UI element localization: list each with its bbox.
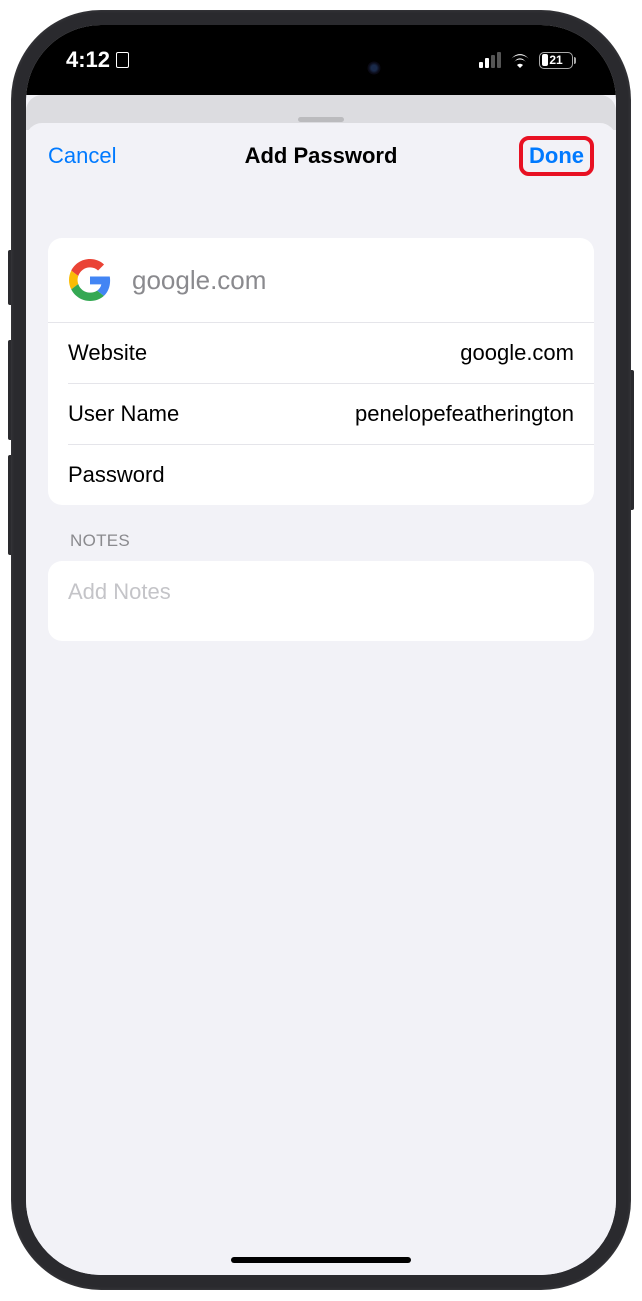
page-title: Add Password [245, 143, 398, 169]
website-value: google.com [460, 340, 574, 366]
google-icon [68, 258, 112, 302]
modal-sheet: Cancel Add Password Done [26, 123, 616, 1275]
nav-bar: Cancel Add Password Done [26, 123, 616, 188]
wifi-icon [509, 52, 531, 68]
battery-icon: 21 [539, 52, 576, 69]
cancel-button[interactable]: Cancel [48, 143, 116, 169]
website-row[interactable]: Website google.com [48, 323, 594, 383]
website-label: Website [68, 340, 147, 366]
dynamic-island [244, 47, 399, 89]
username-value: penelopefeatherington [355, 401, 574, 427]
site-header-row: google.com [48, 238, 594, 322]
done-button-highlight: Done [519, 136, 594, 176]
password-label: Password [68, 462, 165, 488]
username-row[interactable]: User Name penelopefeatherington [48, 384, 594, 444]
status-time: 4:12 [66, 47, 110, 73]
notes-section-header: NOTES [48, 505, 594, 561]
battery-percent: 21 [549, 53, 562, 67]
done-button[interactable]: Done [529, 143, 584, 168]
notes-field[interactable]: Add Notes [48, 561, 594, 641]
sim-icon [116, 52, 129, 68]
site-domain: google.com [132, 265, 266, 296]
username-label: User Name [68, 401, 179, 427]
signal-icon [479, 53, 501, 68]
screen: 4:12 21 [26, 25, 616, 1275]
notes-placeholder: Add Notes [68, 579, 171, 604]
password-card: google.com Website google.com User Name … [48, 238, 594, 505]
password-row[interactable]: Password [48, 445, 594, 505]
home-indicator[interactable] [231, 1257, 411, 1263]
phone-frame: 4:12 21 [11, 10, 631, 1290]
